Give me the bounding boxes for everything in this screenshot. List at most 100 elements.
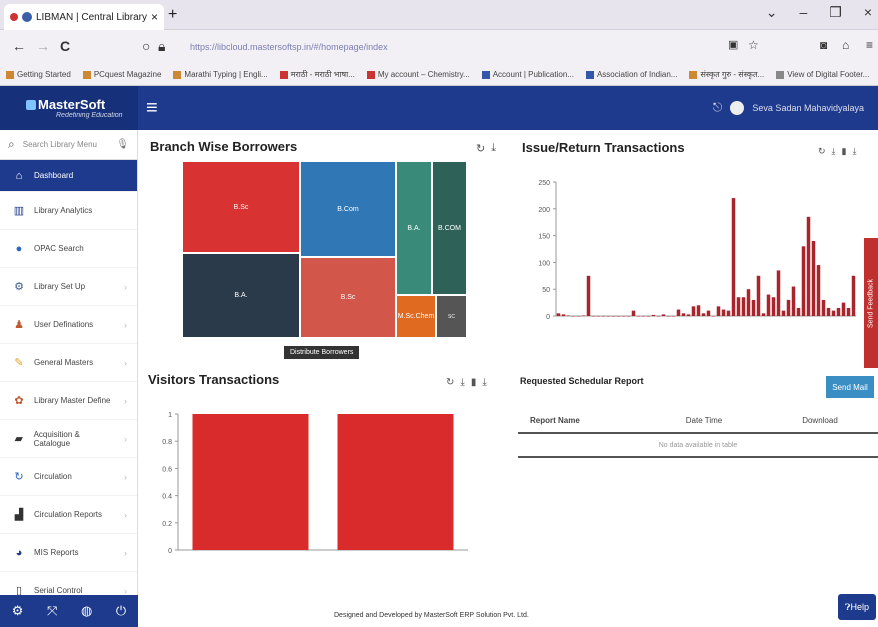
bar[interactable] — [566, 315, 571, 316]
bar[interactable] — [706, 310, 711, 316]
bar[interactable] — [851, 275, 856, 316]
bar[interactable] — [621, 316, 626, 317]
reader-icon[interactable]: ▣ — [728, 38, 738, 51]
menu-icon[interactable]: ≡ — [866, 38, 873, 52]
refresh-icon[interactable]: ↻ — [818, 146, 826, 157]
back-icon[interactable]: ← — [12, 38, 26, 54]
bar[interactable] — [611, 316, 616, 317]
bar[interactable] — [786, 299, 791, 316]
user-menu[interactable]: ⎋ Seva Sadan Mahavidyalaya — [713, 100, 864, 115]
bar[interactable] — [756, 275, 761, 316]
fullscreen-icon[interactable]: ⤧ — [47, 603, 57, 619]
treemap-cell[interactable]: B.A. — [182, 253, 300, 338]
sidebar-item-user-definations[interactable]: ♟ User Definations › — [0, 306, 137, 344]
bar[interactable] — [626, 316, 631, 317]
url-bar[interactable]: https://libcloud.mastersoftsp.in/#/homep… — [190, 37, 710, 57]
bookmark-item[interactable]: संस्कृत गुरु - संस्कृत... — [689, 69, 764, 80]
chevron-down-icon[interactable]: ⌄ — [766, 4, 778, 21]
sidebar-item-circulation[interactable]: ↻ Circulation › — [0, 458, 137, 496]
bar[interactable] — [616, 316, 621, 317]
sidebar-item-opac-search[interactable]: ● OPAC Search — [0, 230, 137, 268]
bar[interactable] — [646, 316, 651, 317]
bar[interactable] — [556, 313, 561, 316]
hamburger-menu-icon[interactable]: ≡ — [146, 97, 158, 120]
sidebar-item-general-masters[interactable]: ✎ General Masters › — [0, 344, 137, 382]
shield-icon[interactable]: ○ — [142, 38, 150, 54]
treemap-cell[interactable]: M.Sc.Chem — [396, 295, 436, 338]
bar[interactable] — [711, 316, 716, 317]
send-mail-button[interactable]: Send Mail — [826, 376, 874, 398]
bar[interactable] — [721, 309, 726, 316]
send-feedback-tab[interactable]: Send Feedback — [864, 238, 878, 368]
power-icon[interactable]: ⏻ — [116, 603, 126, 619]
close-window-icon[interactable]: × — [864, 4, 872, 21]
user-name[interactable]: Seva Sadan Mahavidyalaya — [752, 103, 864, 113]
download-icon[interactable]: ⤓ — [482, 377, 486, 388]
bar[interactable] — [591, 316, 596, 317]
download-icon[interactable]: ⤓ — [852, 146, 856, 157]
treemap-cell[interactable]: B.COM — [432, 161, 467, 295]
bar[interactable] — [192, 414, 309, 550]
sidebar-item-circulation-reports[interactable]: ▟ Circulation Reports › — [0, 496, 137, 534]
sidebar-item-library-analytics[interactable]: ▥ Library Analytics — [0, 192, 137, 230]
bar[interactable] — [686, 314, 691, 316]
bookmark-star-icon[interactable]: ☆ — [748, 38, 759, 52]
bar[interactable] — [831, 310, 836, 316]
treemap-cell[interactable]: SC — [436, 295, 467, 338]
bar[interactable] — [681, 313, 686, 316]
bar[interactable] — [776, 270, 781, 316]
refresh-icon[interactable]: ↻ — [446, 377, 454, 388]
bar[interactable] — [601, 316, 606, 317]
bar[interactable] — [821, 299, 826, 316]
chart-icon[interactable]: ⤓ — [832, 146, 836, 157]
bar[interactable] — [337, 414, 454, 550]
bar[interactable] — [771, 297, 776, 316]
sidebar-item-library-setup[interactable]: ⚙ Library Set Up › — [0, 268, 137, 306]
treemap-cell[interactable]: B.A. — [396, 161, 432, 295]
bar[interactable] — [576, 316, 581, 317]
bar[interactable] — [761, 313, 766, 316]
bar[interactable] — [781, 310, 786, 316]
bookmark-item[interactable]: मराठी - मराठी भाषा... — [279, 69, 355, 80]
close-tab-icon[interactable]: × — [151, 10, 158, 24]
bar[interactable] — [731, 198, 736, 316]
mastersoft-logo[interactable]: MasterSoft Redefining Education — [0, 86, 138, 130]
bar[interactable] — [751, 299, 756, 316]
bar[interactable] — [741, 297, 746, 316]
bar[interactable] — [806, 216, 811, 316]
column-download[interactable]: Download — [762, 416, 878, 425]
bar[interactable] — [671, 316, 676, 317]
bar-icon[interactable]: ▮ — [842, 146, 847, 157]
bar[interactable] — [846, 307, 851, 316]
chart-icon[interactable]: ⤓ — [460, 377, 464, 388]
bar[interactable] — [571, 316, 576, 317]
column-date-time[interactable]: Date Time — [646, 416, 762, 425]
sidebar-search[interactable]: ⌕ Search Library Menu 🎙︎ — [0, 130, 137, 160]
help-button[interactable]: ❓︎ Help — [838, 594, 876, 620]
sidebar-item-dashboard[interactable]: ⌂ Dashboard — [0, 160, 137, 192]
minimize-icon[interactable]: – — [799, 4, 807, 21]
bar[interactable] — [801, 246, 806, 316]
bar[interactable] — [651, 314, 656, 316]
bookmark-item[interactable]: Account | Publication... — [481, 70, 574, 79]
bar[interactable] — [631, 310, 636, 316]
bar[interactable] — [561, 314, 566, 316]
treemap-cell[interactable]: B.Sc — [300, 257, 396, 338]
settings-icon[interactable]: ⚙ — [12, 603, 24, 619]
bar[interactable] — [816, 265, 821, 316]
sidebar-item-mis-reports[interactable]: ◕ MIS Reports › — [0, 534, 137, 572]
bar[interactable] — [606, 316, 611, 317]
bar[interactable] — [796, 307, 801, 316]
sidebar-item-library-master-define[interactable]: ✿ Library Master Define › — [0, 382, 137, 420]
avatar[interactable] — [730, 100, 745, 115]
browser-tab[interactable]: LIBMAN | Central Library × — [4, 4, 164, 30]
bar[interactable] — [691, 306, 696, 316]
bar[interactable] — [811, 240, 816, 316]
bar[interactable] — [841, 302, 846, 316]
bar[interactable] — [586, 275, 591, 316]
download-icon[interactable]: ⤓ — [491, 142, 496, 155]
bar[interactable] — [666, 316, 671, 317]
bookmark-item[interactable]: My account – Chemistry... — [366, 70, 470, 79]
bookmark-item[interactable]: Association of Indian... — [585, 70, 677, 79]
bar[interactable] — [696, 305, 701, 316]
